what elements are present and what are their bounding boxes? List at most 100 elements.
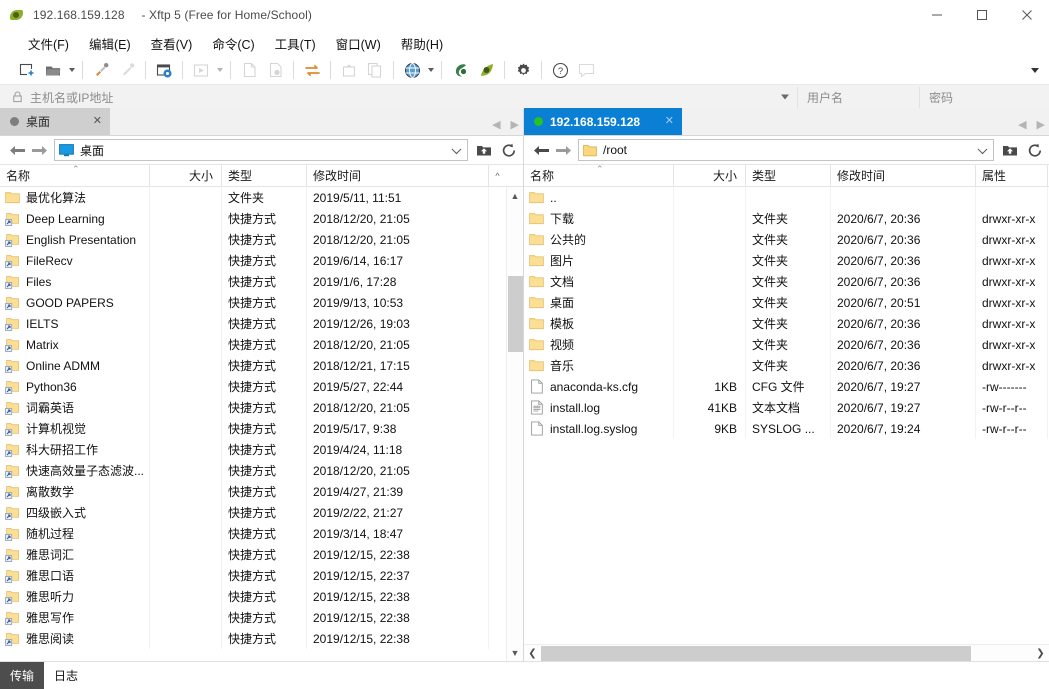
tab-desktop[interactable]: 桌面 ✕ xyxy=(0,108,110,135)
disconnect-icon[interactable] xyxy=(114,58,140,82)
open-folder-dropdown-icon[interactable] xyxy=(66,58,77,82)
local-col-size[interactable]: 大小 xyxy=(150,164,222,187)
table-row[interactable]: 雅思口语 快捷方式 2019/12/15, 22:37 xyxy=(0,565,506,586)
close-icon[interactable] xyxy=(1004,0,1049,30)
transfer-start-icon[interactable] xyxy=(188,58,214,82)
xftp-icon[interactable] xyxy=(473,58,499,82)
table-row[interactable]: 桌面 文件夹 2020/6/7, 20:51 drwxr-xr-x xyxy=(524,292,1049,313)
tab-scroll-left-icon[interactable]: ◀ xyxy=(1018,120,1026,131)
table-row[interactable]: FileRecv 快捷方式 2019/6/14, 16:17 xyxy=(0,250,506,271)
tab-scroll-right-icon[interactable]: ▶ xyxy=(1037,120,1045,131)
feedback-icon[interactable] xyxy=(573,58,599,82)
tab-scroll-right-icon[interactable]: ▶ xyxy=(511,120,519,131)
table-row[interactable]: 图片 文件夹 2020/6/7, 20:36 drwxr-xr-x xyxy=(524,250,1049,271)
local-scroll-track[interactable] xyxy=(507,204,524,644)
table-row[interactable]: English Presentation 快捷方式 2018/12/20, 21:0… xyxy=(0,229,506,250)
local-scroll-up-icon[interactable]: ▲ xyxy=(507,187,524,204)
table-row[interactable]: Python36 快捷方式 2019/5/27, 22:44 xyxy=(0,376,506,397)
table-row[interactable]: 雅思听力 快捷方式 2019/12/15, 22:38 xyxy=(0,586,506,607)
table-row[interactable]: 雅思写作 快捷方式 2019/12/15, 22:38 xyxy=(0,607,506,628)
remote-scroll-left-icon[interactable]: ❮ xyxy=(524,645,541,662)
upload-icon[interactable] xyxy=(336,58,362,82)
new-file-icon[interactable] xyxy=(236,58,262,82)
menu-window[interactable]: 窗口(W) xyxy=(326,31,391,56)
host-input[interactable]: 主机名或IP地址 xyxy=(12,86,795,108)
local-scroll-thumb[interactable] xyxy=(507,276,523,352)
tab-close-icon[interactable]: ✕ xyxy=(93,116,102,127)
local-refresh-button[interactable] xyxy=(496,138,521,162)
host-dropdown-icon[interactable] xyxy=(781,94,789,100)
help-icon[interactable]: ? xyxy=(547,58,573,82)
remote-path-dropdown-icon[interactable] xyxy=(977,144,988,155)
local-up-folder-button[interactable] xyxy=(471,138,496,162)
remote-back-button[interactable] xyxy=(530,139,552,161)
session-properties-icon[interactable] xyxy=(151,58,177,82)
table-row[interactable]: 音乐 文件夹 2020/6/7, 20:36 drwxr-xr-x xyxy=(524,355,1049,376)
table-row[interactable]: IELTS 快捷方式 2019/12/26, 19:03 xyxy=(0,313,506,334)
sync-browse-icon[interactable] xyxy=(299,58,325,82)
browser-dropdown-icon[interactable] xyxy=(425,58,436,82)
remote-forward-button[interactable] xyxy=(552,139,574,161)
tab-remote-session[interactable]: 192.168.159.128 ✕ xyxy=(524,108,682,135)
table-row[interactable]: 快速高效量子态滤波... 快捷方式 2018/12/20, 21:05 xyxy=(0,460,506,481)
table-row[interactable]: 科大研招工作 快捷方式 2019/4/24, 11:18 xyxy=(0,439,506,460)
open-folder-icon[interactable] xyxy=(40,58,66,82)
copy-icon[interactable] xyxy=(362,58,388,82)
local-forward-button[interactable] xyxy=(28,139,50,161)
browser-icon[interactable] xyxy=(399,58,425,82)
table-row[interactable]: 离散数学 快捷方式 2019/4/27, 21:39 xyxy=(0,481,506,502)
table-row[interactable]: 雅思词汇 快捷方式 2019/12/15, 22:38 xyxy=(0,544,506,565)
table-row[interactable]: 下载 文件夹 2020/6/7, 20:36 drwxr-xr-x xyxy=(524,208,1049,229)
bottom-tab-log[interactable]: 日志 xyxy=(44,662,89,689)
menu-tools[interactable]: 工具(T) xyxy=(265,31,326,56)
table-row[interactable]: 文档 文件夹 2020/6/7, 20:36 drwxr-xr-x xyxy=(524,271,1049,292)
table-row[interactable]: 随机过程 快捷方式 2019/3/14, 18:47 xyxy=(0,523,506,544)
table-row[interactable]: 公共的 文件夹 2020/6/7, 20:36 drwxr-xr-x xyxy=(524,229,1049,250)
local-tab-scroll-arrows[interactable]: ◀ ▶ xyxy=(492,120,519,131)
menu-edit[interactable]: 编辑(E) xyxy=(79,31,141,56)
remote-col-attr[interactable]: 属性 xyxy=(976,164,1048,187)
table-row[interactable]: Matrix 快捷方式 2018/12/20, 21:05 xyxy=(0,334,506,355)
menu-help[interactable]: 帮助(H) xyxy=(391,31,453,56)
menu-view[interactable]: 查看(V) xyxy=(141,31,203,56)
remote-col-type[interactable]: 类型 xyxy=(746,164,831,187)
table-row[interactable]: install.log 41KB 文本文档 2020/6/7, 19:27 -rw-r-… xyxy=(524,397,1049,418)
table-row[interactable]: .. xyxy=(524,187,1049,208)
local-col-name[interactable]: 名称 ⌃ xyxy=(0,164,150,187)
table-row[interactable]: 雅思阅读 快捷方式 2019/12/15, 22:38 xyxy=(0,628,506,649)
remote-tab-scroll-arrows[interactable]: ◀ ▶ xyxy=(1018,120,1045,131)
table-row[interactable]: 模板 文件夹 2020/6/7, 20:36 drwxr-xr-x xyxy=(524,313,1049,334)
table-row[interactable]: 词霸英语 快捷方式 2018/12/20, 21:05 xyxy=(0,397,506,418)
menu-command[interactable]: 命令(C) xyxy=(202,31,264,56)
table-row[interactable]: Files 快捷方式 2019/1/6, 17:28 xyxy=(0,271,506,292)
local-back-button[interactable] xyxy=(6,139,28,161)
remote-refresh-button[interactable] xyxy=(1022,138,1047,162)
table-row[interactable]: 视频 文件夹 2020/6/7, 20:36 drwxr-xr-x xyxy=(524,334,1049,355)
table-row[interactable]: Online ADMM 快捷方式 2018/12/21, 17:15 xyxy=(0,355,506,376)
remote-col-name[interactable]: 名称 ⌃ xyxy=(524,164,674,187)
minimize-icon[interactable] xyxy=(914,0,959,30)
table-row[interactable]: 计算机视觉 快捷方式 2019/5/17, 9:38 xyxy=(0,418,506,439)
table-row[interactable]: install.log.syslog 9KB SYSLOG ... 2020/6/7,… xyxy=(524,418,1049,439)
remote-hscroll-track[interactable] xyxy=(541,645,1032,662)
local-col-type[interactable]: 类型 xyxy=(222,164,307,187)
menu-file[interactable]: 文件(F) xyxy=(18,31,79,56)
options-gear-icon[interactable] xyxy=(510,58,536,82)
transfer-dropdown-icon[interactable] xyxy=(214,58,225,82)
toolbar-overflow-button[interactable] xyxy=(1027,56,1043,84)
local-file-list[interactable]: 最优化算法 文件夹 2019/5/11, 11:51 Deep Learning 快捷方… xyxy=(0,187,506,661)
remote-col-size[interactable]: 大小 xyxy=(674,164,746,187)
edit-file-icon[interactable] xyxy=(262,58,288,82)
tab-close-icon[interactable]: ✕ xyxy=(665,116,674,127)
table-row[interactable]: 四级嵌入式 快捷方式 2019/2/22, 21:27 xyxy=(0,502,506,523)
remote-path-input[interactable]: /root xyxy=(578,139,994,161)
table-row[interactable]: 最优化算法 文件夹 2019/5/11, 11:51 xyxy=(0,187,506,208)
remote-horizontal-scrollbar[interactable]: ❮ ❯ xyxy=(524,644,1049,661)
bottom-tab-transfer[interactable]: 传输 xyxy=(0,662,45,689)
new-session-icon[interactable] xyxy=(14,58,40,82)
remote-hscroll-thumb[interactable] xyxy=(541,645,971,661)
remote-up-folder-button[interactable] xyxy=(997,138,1022,162)
password-input[interactable]: 密码 xyxy=(919,86,1047,108)
local-vertical-scrollbar[interactable]: ▲ ▼ xyxy=(506,187,523,661)
xshell-icon[interactable] xyxy=(447,58,473,82)
